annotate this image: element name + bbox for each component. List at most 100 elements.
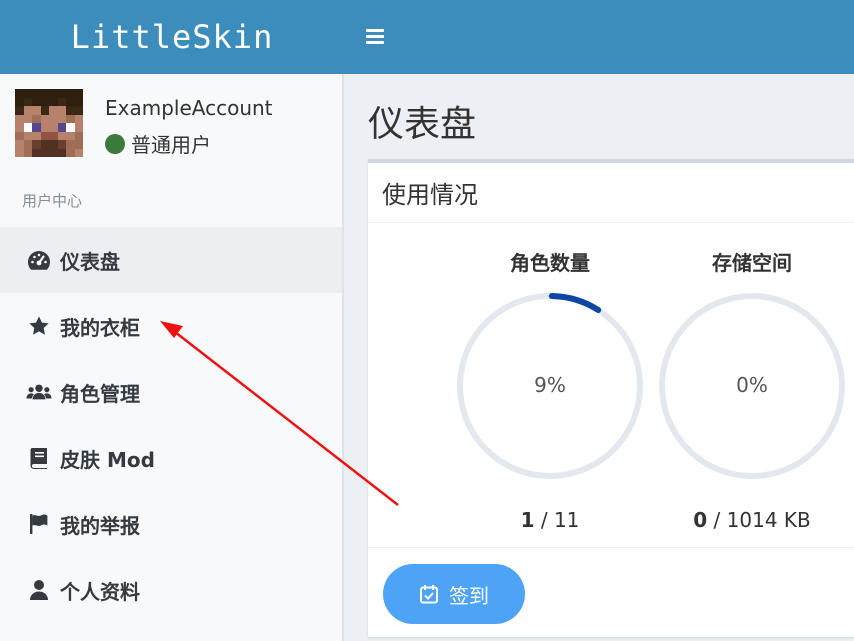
- sidebar-item-skin-mod[interactable]: 皮肤 Mod: [0, 425, 342, 491]
- avatar-pixel: [74, 148, 83, 157]
- avatar-pixel: [74, 97, 83, 106]
- avatar-pixel: [15, 89, 24, 98]
- avatar-pixel: [40, 148, 49, 157]
- avatar-pixel: [57, 123, 66, 132]
- avatar-pixel: [23, 89, 32, 98]
- avatar-pixel: [32, 97, 41, 106]
- user-icon: [26, 578, 52, 602]
- avatar-pixel: [57, 114, 66, 123]
- avatar-pixel: [40, 114, 49, 123]
- avatar-pixel: [66, 114, 75, 123]
- sidebar-item-label: 皮肤 Mod: [60, 447, 155, 472]
- avatar-pixel: [15, 123, 24, 132]
- brand-logo[interactable]: LittleSkin: [0, 0, 344, 74]
- storage-total: / 1014 KB: [707, 508, 811, 532]
- avatar-pixel: [32, 131, 41, 140]
- avatar-pixel: [66, 148, 75, 157]
- user-role: 普通用户: [105, 129, 211, 158]
- sidebar: ExampleAccount 普通用户 用户中心 仪表盘 我的衣柜 角色管理 皮…: [0, 74, 344, 641]
- avatar-pixel: [57, 97, 66, 106]
- avatar-pixel: [40, 131, 49, 140]
- avatar-pixel: [15, 148, 24, 157]
- avatar-pixel: [49, 148, 58, 157]
- avatar-pixel: [32, 148, 41, 157]
- stat-label-players: 角色数量: [510, 251, 590, 275]
- sidebar-item-closet[interactable]: 我的衣柜: [0, 293, 342, 359]
- avatar-pixel: [40, 97, 49, 106]
- avatar-pixel: [57, 140, 66, 149]
- avatar-pixel: [15, 131, 24, 140]
- players-gauge-fill: [548, 293, 602, 314]
- sidebar-item-label: 仪表盘: [60, 249, 120, 274]
- avatar-pixel: [49, 123, 58, 132]
- avatar-pixel: [23, 123, 32, 132]
- avatar-pixel: [49, 89, 58, 98]
- users-icon: [26, 380, 52, 404]
- sidebar-item-reports[interactable]: 我的举报: [0, 491, 342, 557]
- avatar-pixel: [49, 97, 58, 106]
- players-count: 1 / 11: [455, 508, 645, 532]
- dashboard-icon: [26, 248, 52, 272]
- top-navbar: [344, 0, 854, 74]
- avatar-pixel: [32, 114, 41, 123]
- avatar-pixel: [32, 106, 41, 115]
- sidebar-item-label: 角色管理: [60, 381, 140, 406]
- avatar-pixel: [66, 123, 75, 132]
- usage-card: 使用情况 角色数量 9% 1 / 11 存储空间 0% 0 / 1014 KB …: [368, 159, 854, 637]
- sidebar-item-profile[interactable]: 个人资料: [0, 557, 342, 623]
- avatar-pixel: [32, 140, 41, 149]
- avatar-pixel: [15, 97, 24, 106]
- avatar-pixel: [49, 114, 58, 123]
- avatar-pixel: [74, 123, 83, 132]
- avatar-pixel: [15, 106, 24, 115]
- avatar-pixel: [57, 131, 66, 140]
- avatar-pixel: [15, 114, 24, 123]
- sidebar-item-dashboard[interactable]: 仪表盘: [0, 227, 342, 293]
- online-status-icon: [105, 133, 125, 154]
- storage-used: 0: [693, 508, 708, 532]
- avatar-pixel: [66, 140, 75, 149]
- avatar-pixel: [74, 114, 83, 123]
- players-used: 1: [520, 508, 535, 532]
- avatar-pixel: [23, 148, 32, 157]
- avatar-pixel: [66, 97, 75, 106]
- star-icon: [26, 314, 52, 338]
- avatar-pixel: [40, 140, 49, 149]
- user-name: ExampleAccount: [105, 96, 273, 120]
- avatar-pixel: [49, 140, 58, 149]
- avatar-pixel: [40, 123, 49, 132]
- avatar: [15, 89, 83, 157]
- avatar-pixel: [23, 140, 32, 149]
- sidebar-item-players[interactable]: 角色管理: [0, 359, 342, 425]
- avatar-pixel: [66, 131, 75, 140]
- sidebar-item-label: 我的衣柜: [60, 315, 140, 340]
- storage-percent: 0%: [736, 373, 768, 397]
- avatar-pixel: [66, 106, 75, 115]
- storage-count: 0 / 1014 KB: [657, 508, 847, 532]
- avatar-pixel: [49, 106, 58, 115]
- book-icon: [26, 446, 52, 470]
- avatar-pixel: [57, 106, 66, 115]
- avatar-pixel: [23, 106, 32, 115]
- nav-section-header: 用户中心: [22, 192, 83, 210]
- avatar-pixel: [23, 131, 32, 140]
- avatar-pixel: [49, 131, 58, 140]
- avatar-pixel: [23, 97, 32, 106]
- sidebar-item-label: 个人资料: [60, 579, 140, 604]
- checkin-button[interactable]: 签到: [383, 564, 525, 624]
- avatar-pixel: [15, 140, 24, 149]
- avatar-pixel: [23, 114, 32, 123]
- user-role-label: 普通用户: [131, 133, 211, 157]
- avatar-pixel: [32, 89, 41, 98]
- menu-toggle-icon[interactable]: [366, 26, 386, 48]
- card-footer: 签到: [368, 547, 854, 641]
- avatar-pixel: [40, 106, 49, 115]
- avatar-pixel: [74, 89, 83, 98]
- page-title: 仪表盘: [368, 104, 477, 145]
- checkin-label: 签到: [449, 585, 489, 608]
- avatar-pixel: [32, 123, 41, 132]
- avatar-pixel: [74, 131, 83, 140]
- card-title: 使用情况: [368, 163, 854, 223]
- avatar-pixel: [57, 89, 66, 98]
- flag-icon: [26, 512, 52, 536]
